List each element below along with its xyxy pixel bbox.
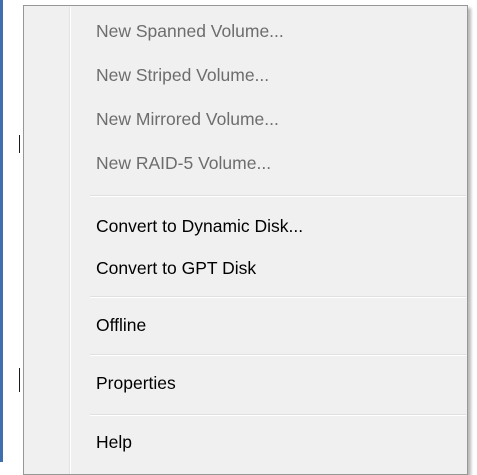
screen: New Spanned Volume... New Striped Volume… <box>0 0 477 475</box>
background-window-strip <box>3 0 16 462</box>
menu-item-new-mirrored-volume[interactable]: New Mirrored Volume... <box>26 100 464 138</box>
menu-item-convert-to-dynamic-disk[interactable]: Convert to Dynamic Disk... <box>26 207 464 245</box>
background-window-tick <box>19 135 20 153</box>
menu-separator <box>90 354 466 356</box>
menu-separator <box>90 296 466 298</box>
menu-separator <box>90 414 466 416</box>
menu-item-new-raid5-volume[interactable]: New RAID-5 Volume... <box>26 144 464 182</box>
menu-item-new-striped-volume[interactable]: New Striped Volume... <box>26 56 464 94</box>
menu-item-properties[interactable]: Properties <box>26 364 464 402</box>
background-window-tick <box>19 368 20 392</box>
menu-item-convert-to-gpt-disk[interactable]: Convert to GPT Disk <box>26 249 464 287</box>
menu-item-help[interactable]: Help <box>26 423 464 461</box>
menu-item-new-spanned-volume[interactable]: New Spanned Volume... <box>26 12 464 50</box>
context-menu: New Spanned Volume... New Striped Volume… <box>23 5 468 475</box>
menu-item-offline[interactable]: Offline <box>26 306 464 344</box>
menu-separator <box>90 195 466 197</box>
